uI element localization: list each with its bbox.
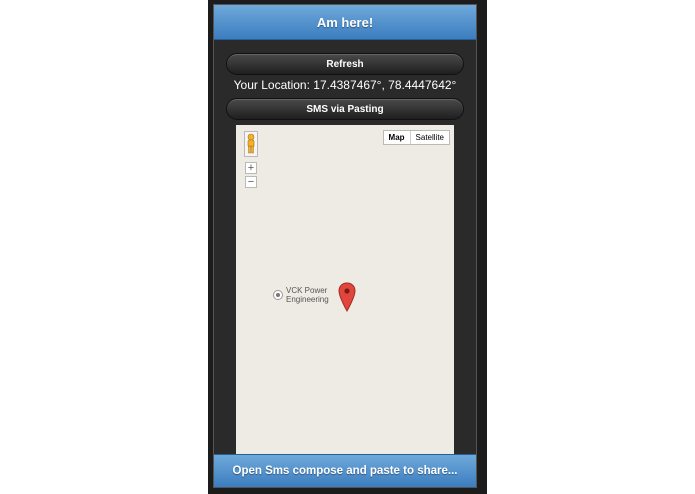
map-type-satellite-button[interactable]: Satellite (411, 131, 449, 144)
app-screen: Am here! Refresh Your Location: 17.43874… (213, 4, 477, 488)
open-sms-compose-button[interactable]: Open Sms compose and paste to share... (214, 454, 476, 487)
phone-frame: Am here! Refresh Your Location: 17.43874… (208, 0, 487, 494)
sms-button-label: SMS via Pasting (306, 103, 384, 115)
poi-label-line2: Engineering (286, 295, 329, 304)
location-text: Your Location: 17.4387467°, 78.4447642° (233, 78, 457, 92)
poi-dot-icon[interactable] (273, 290, 283, 300)
footer-label: Open Sms compose and paste to share... (232, 465, 458, 477)
page-title: Am here! (316, 14, 374, 30)
refresh-button-label: Refresh (326, 58, 364, 70)
map-type-map-button[interactable]: Map (384, 131, 411, 144)
location-marker-icon[interactable] (338, 282, 356, 317)
header-bar: Am here! (214, 5, 476, 40)
map-type-control: Map Satellite (382, 130, 450, 145)
map-view[interactable]: + − Map Satellite VCK Power Engineering (236, 125, 454, 457)
refresh-button[interactable]: Refresh (226, 53, 464, 75)
zoom-in-button[interactable]: + (245, 162, 257, 174)
zoom-out-button[interactable]: − (245, 176, 257, 188)
poi-label-line1: VCK Power (286, 286, 328, 295)
pegman-icon[interactable] (244, 131, 258, 157)
poi-label: VCK Power Engineering (286, 286, 346, 304)
sms-via-pasting-button[interactable]: SMS via Pasting (226, 98, 464, 120)
